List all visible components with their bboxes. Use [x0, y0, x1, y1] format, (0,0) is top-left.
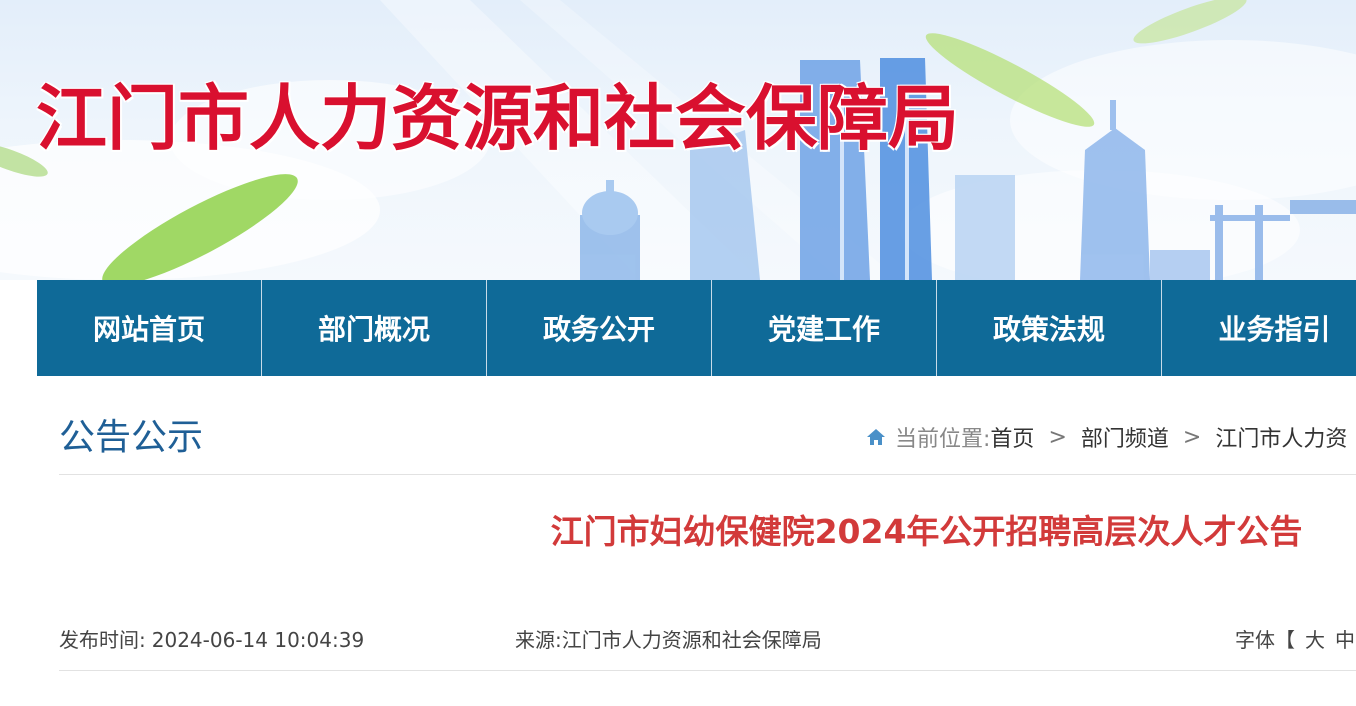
- article-meta: 发布时间: 2024-06-14 10:04:39 来源:江门市人力资源和社会保障…: [59, 612, 1356, 671]
- header-banner: 江门市人力资源和社会保障局: [0, 0, 1356, 280]
- font-size-large-button[interactable]: 大: [1305, 628, 1325, 652]
- publish-label: 发布时间:: [59, 628, 146, 652]
- source-value: 江门市人力资源和社会保障局: [561, 628, 822, 652]
- breadcrumb-prefix: 当前位置:: [895, 427, 991, 452]
- breadcrumb: 当前位置: 首页 > 部门频道 > 江门市人力资: [865, 422, 1347, 452]
- font-size-label: 字体【: [1235, 628, 1295, 652]
- source-info: 来源:江门市人力资源和社会保障局: [515, 624, 822, 653]
- breadcrumb-separator: >: [1182, 424, 1202, 450]
- breadcrumb-link-department-channel[interactable]: 部门频道: [1081, 421, 1169, 453]
- font-size-medium-button[interactable]: 中: [1335, 628, 1355, 652]
- source-label: 来源:: [515, 628, 562, 652]
- nav-item-business-guide[interactable]: 业务指引: [1162, 280, 1356, 376]
- breadcrumb-link-home[interactable]: 首页: [990, 421, 1034, 453]
- font-size-control: 字体【大中: [1235, 624, 1355, 653]
- main-nav: 网站首页 部门概况 政务公开 党建工作 政策法规 业务指引: [37, 280, 1356, 376]
- publish-info: 发布时间: 2024-06-14 10:04:39: [59, 624, 364, 653]
- nav-item-government-affairs[interactable]: 政务公开: [487, 280, 712, 376]
- home-icon: [867, 429, 885, 445]
- nav-item-home[interactable]: 网站首页: [37, 280, 262, 376]
- nav-item-party-building[interactable]: 党建工作: [712, 280, 937, 376]
- article-title: 江门市妇幼保健院2024年公开招聘高层次人才公告: [550, 512, 1303, 551]
- breadcrumb-separator: >: [1048, 424, 1067, 450]
- nav-item-policies-regulations[interactable]: 政策法规: [937, 280, 1162, 376]
- breadcrumb-link-bureau[interactable]: 江门市人力资: [1215, 421, 1347, 453]
- site-title: 江门市人力资源和社会保障局: [36, 77, 960, 160]
- publish-time: 2024-06-14 10:04:39: [151, 628, 365, 652]
- main-content: 公告公示 当前位置: 首页 > 部门频道 > 江门市人力资 江门市妇幼保健院20…: [37, 376, 1356, 706]
- section-header: 公告公示 当前位置: 首页 > 部门频道 > 江门市人力资: [59, 376, 1356, 475]
- section-title: 公告公示: [59, 417, 204, 458]
- nav-item-department-overview[interactable]: 部门概况: [262, 280, 487, 376]
